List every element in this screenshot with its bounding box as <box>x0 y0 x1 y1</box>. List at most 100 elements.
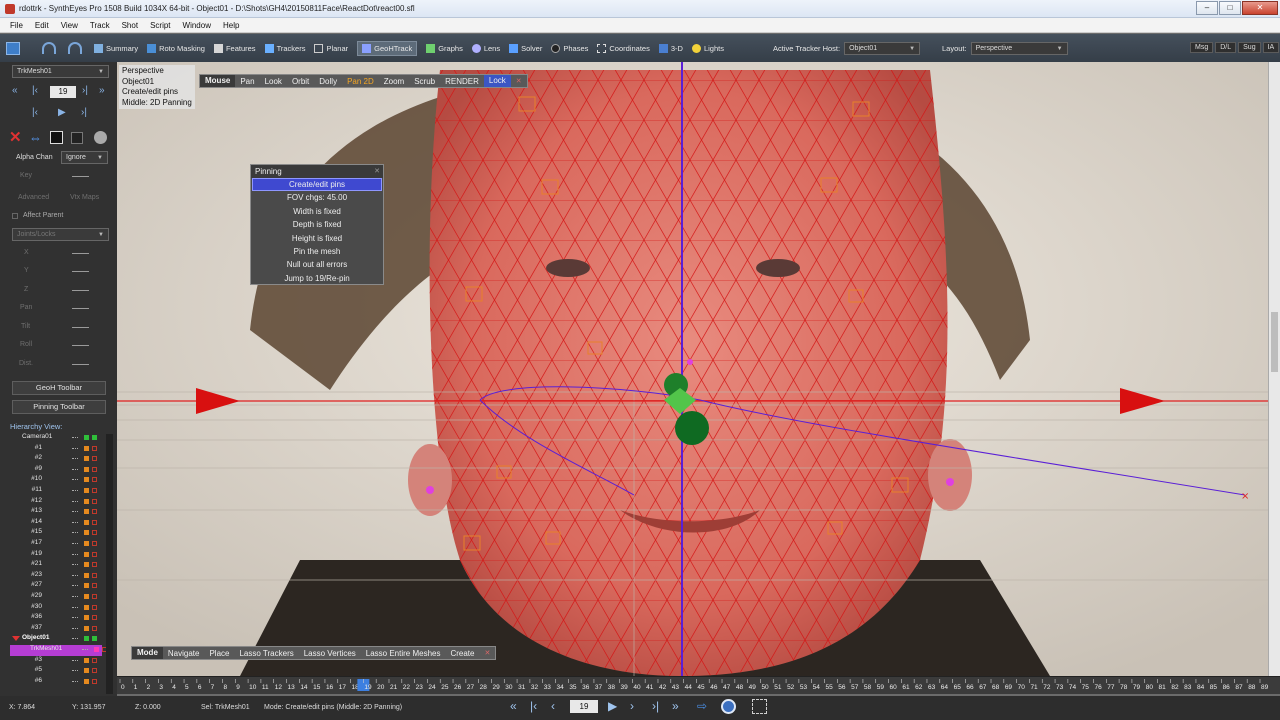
mode-navigate[interactable]: Navigate <box>163 649 205 658</box>
hierarchy-item[interactable]: #21 <box>0 560 110 571</box>
layout-select[interactable]: Perspective ▼ <box>970 42 1068 55</box>
axis-z-value[interactable] <box>72 290 89 291</box>
mode-place[interactable]: Place <box>204 649 234 658</box>
prev-key-icon[interactable]: |‹ <box>530 699 537 713</box>
lock-toggle[interactable] <box>92 445 97 451</box>
menu-view[interactable]: View <box>55 21 84 30</box>
dist-value[interactable] <box>72 364 89 365</box>
active-tracker-host-select[interactable]: Object01 ▼ <box>844 42 921 55</box>
advanced-button[interactable]: Advanced <box>18 194 49 201</box>
pin-fov-changes[interactable]: FOV chgs: 45.00 <box>252 191 382 204</box>
visibility-toggle[interactable] <box>84 509 89 515</box>
hierarchy-item[interactable]: Object01 <box>0 634 110 645</box>
visibility-toggle[interactable] <box>84 572 89 578</box>
hierarchy-item[interactable]: #5 <box>0 666 110 677</box>
room-roto-masking[interactable]: Roto Masking <box>147 43 205 53</box>
pin-width-fixed[interactable]: Width is fixed <box>252 205 382 218</box>
visibility-toggle[interactable] <box>84 488 89 493</box>
axis-x-value[interactable] <box>72 253 89 254</box>
menu-script[interactable]: Script <box>144 21 176 30</box>
lock-toggle[interactable] <box>92 530 97 536</box>
hierarchy-item[interactable]: #6 <box>0 677 110 688</box>
dl-button[interactable]: D/L <box>1215 42 1237 53</box>
close-icon[interactable]: ✕ <box>511 77 527 85</box>
lock-toggle[interactable] <box>92 636 97 642</box>
visibility-toggle[interactable] <box>84 466 89 472</box>
lock-toggle[interactable] <box>92 562 97 568</box>
lock-toggle[interactable] <box>92 435 97 440</box>
prev-frame-icon[interactable]: ‹ <box>551 699 555 713</box>
room-graphs[interactable]: Graphs <box>426 43 463 53</box>
hierarchy-item[interactable]: #1 <box>0 444 110 455</box>
hierarchy-item[interactable]: #3 <box>0 656 110 667</box>
hierarchy-item[interactable]: #12 <box>0 497 110 508</box>
pin-the-mesh[interactable]: Pin the mesh <box>252 245 382 258</box>
hierarchy-scrollbar[interactable] <box>106 434 113 694</box>
lock-toggle[interactable] <box>92 594 97 599</box>
pin-null-errors[interactable]: Null out all errors <box>252 258 382 271</box>
visibility-toggle[interactable] <box>84 678 89 684</box>
prev-frame-icon[interactable]: |‹ <box>32 107 38 118</box>
hierarchy-item[interactable]: #29 <box>0 592 110 603</box>
roll-value[interactable] <box>72 345 89 346</box>
msg-button[interactable]: Msg <box>1190 42 1214 53</box>
hierarchy-item[interactable]: #14 <box>0 518 110 529</box>
zoom-icon[interactable] <box>721 699 736 714</box>
visibility-toggle[interactable] <box>84 530 89 536</box>
visibility-toggle[interactable] <box>84 445 89 451</box>
maximize-button[interactable]: □ <box>1219 1 1241 15</box>
visibility-toggle[interactable] <box>84 625 89 631</box>
visibility-toggle[interactable] <box>84 668 89 674</box>
lock-toggle[interactable] <box>92 498 97 504</box>
room-lights[interactable]: Lights <box>691 43 724 53</box>
pivot-handle-bottom[interactable] <box>675 411 709 445</box>
lock-toggle[interactable] <box>92 657 97 663</box>
lock-toggle[interactable] <box>92 604 97 610</box>
visibility-toggle[interactable] <box>84 498 89 504</box>
pin-depth-fixed[interactable]: Depth is fixed <box>252 218 382 231</box>
lock-toggle[interactable] <box>92 509 97 515</box>
menu-file[interactable]: File <box>4 21 29 30</box>
mode-create[interactable]: Create <box>445 649 479 658</box>
key-button[interactable]: Key <box>20 172 32 179</box>
visibility-toggle[interactable] <box>84 519 89 525</box>
visibility-toggle[interactable] <box>84 477 89 483</box>
sug-button[interactable]: Sug <box>1238 42 1261 53</box>
play-icon[interactable]: ▶ <box>58 107 66 118</box>
hierarchy-item[interactable]: Camera01 <box>0 433 110 444</box>
visibility-toggle[interactable] <box>84 583 89 589</box>
visibility-toggle[interactable] <box>84 594 89 599</box>
mouse-pan[interactable]: Pan <box>235 77 259 86</box>
mouse-lock[interactable]: Lock <box>483 75 511 87</box>
gear-icon[interactable] <box>94 131 107 144</box>
mouse-zoom[interactable]: Zoom <box>379 77 409 86</box>
undo-button[interactable] <box>42 42 59 54</box>
redo-button[interactable] <box>68 42 85 54</box>
visibility-toggle[interactable] <box>84 657 89 663</box>
room-phases[interactable]: Phases <box>551 43 588 53</box>
tilt-value[interactable] <box>72 327 89 328</box>
perspective-viewport[interactable]: × <box>117 62 1268 676</box>
room-summary[interactable]: Summary <box>94 43 138 53</box>
pin-height-fixed[interactable]: Height is fixed <box>252 232 382 245</box>
play-icon[interactable]: ▶ <box>608 699 617 713</box>
room-coordinates[interactable]: Coordinates <box>597 43 650 53</box>
lock-toggle[interactable] <box>92 678 97 684</box>
ia-button[interactable]: IA <box>1262 42 1280 53</box>
lock-toggle[interactable] <box>92 456 97 462</box>
hierarchy-item[interactable]: #10 <box>0 475 110 486</box>
hierarchy-item[interactable]: #15 <box>0 528 110 539</box>
axis-y-value[interactable] <box>72 271 89 272</box>
lock-toggle[interactable] <box>92 541 97 546</box>
mouse-pan-2d[interactable]: Pan 2D <box>342 77 379 86</box>
timeline-bar[interactable]: 0 1 2 3 4 5 6 7 8 9 10 11 12 13 14 15 16 17 18 19 20 21 22 23 24… <box>117 676 1280 694</box>
next-key-icon[interactable]: ›| <box>82 85 88 96</box>
hierarchy-item[interactable]: #2 <box>0 454 110 465</box>
hierarchy-item[interactable]: #17 <box>0 539 110 550</box>
prev-key-icon[interactable]: |‹ <box>32 85 38 96</box>
room-trackers[interactable]: Trackers <box>264 43 305 53</box>
alpha-channel-select[interactable]: Ignore ▼ <box>61 151 108 164</box>
lock-toggle[interactable] <box>92 625 97 631</box>
next-frame-icon[interactable]: › <box>630 699 634 713</box>
visibility-toggle[interactable] <box>84 551 89 557</box>
